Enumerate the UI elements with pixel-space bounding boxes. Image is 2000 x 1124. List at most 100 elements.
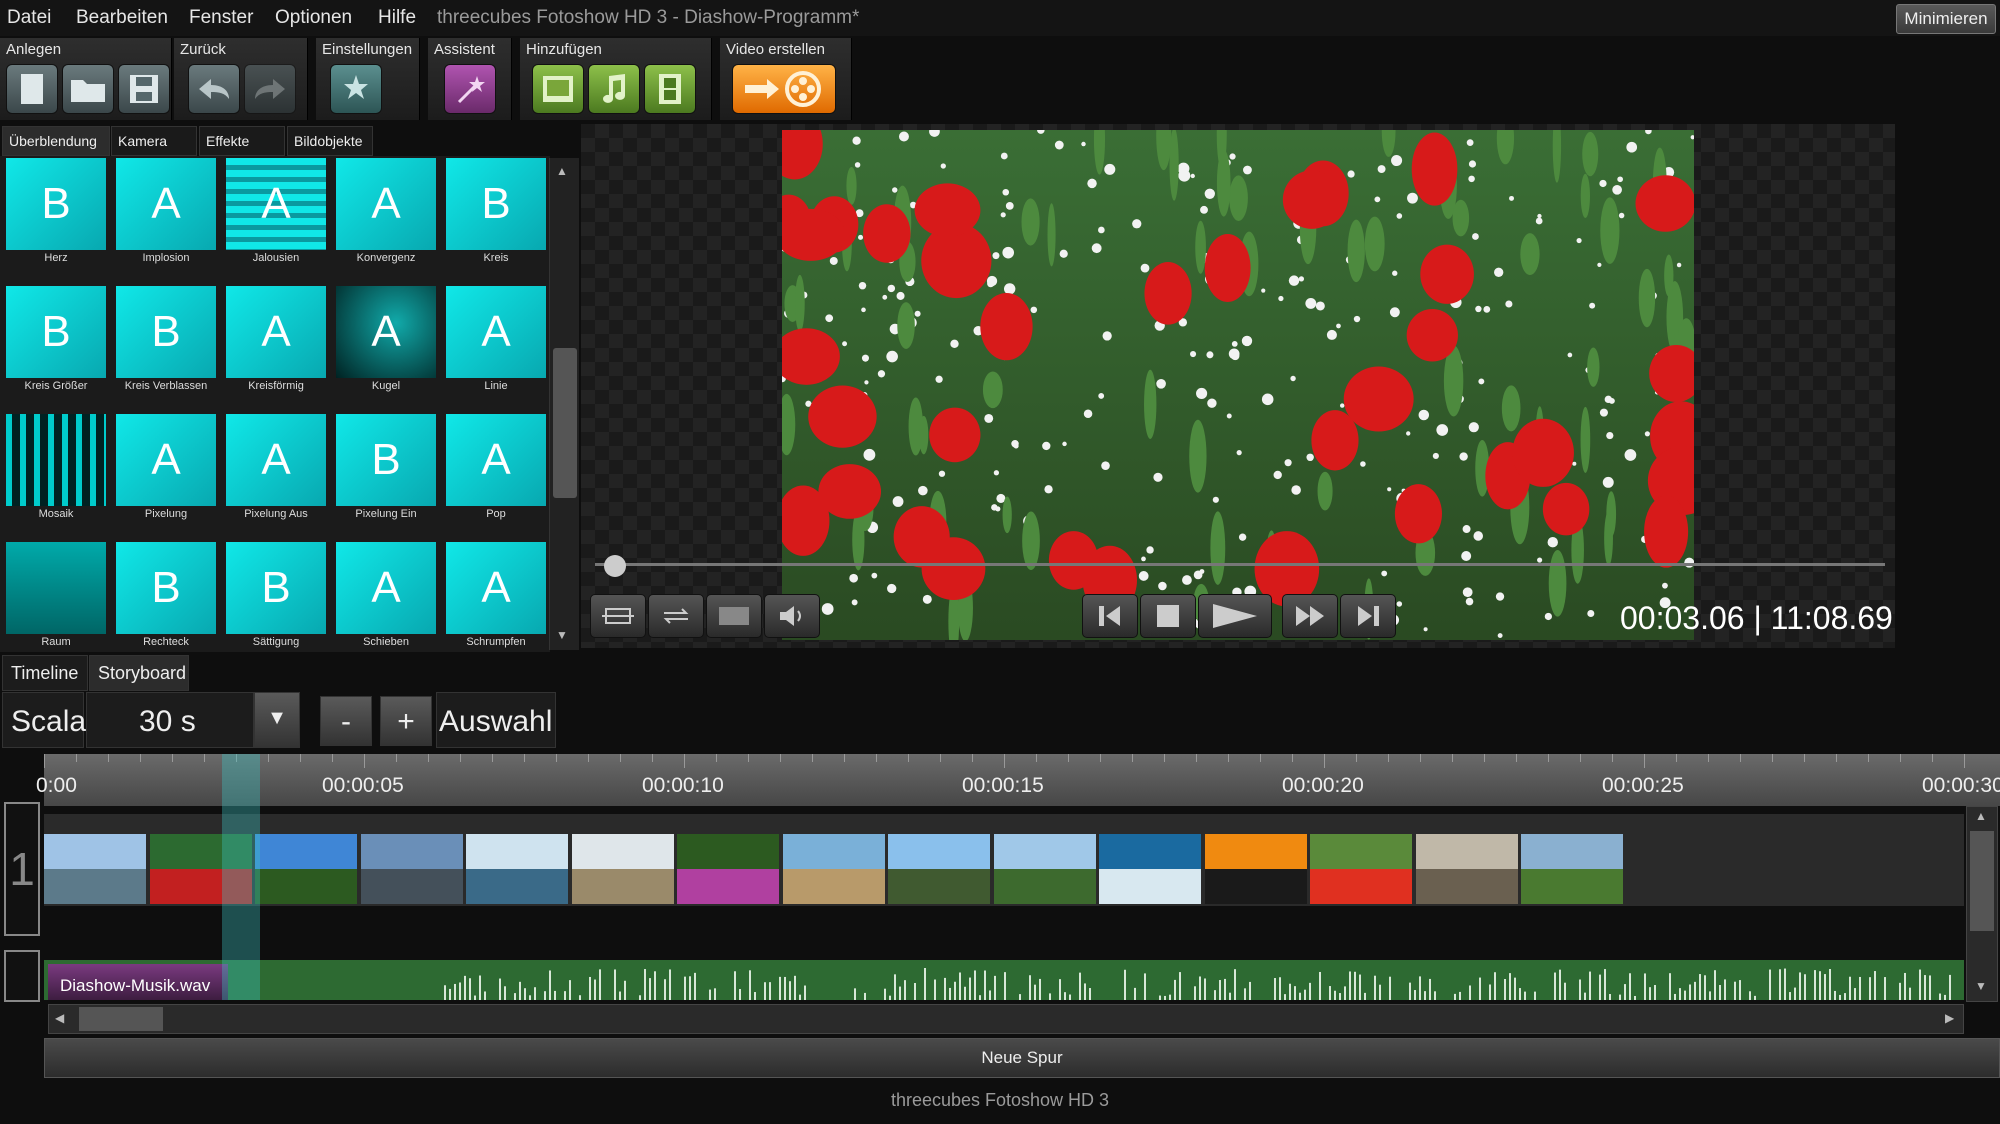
transition-tile[interactable]: B	[6, 286, 106, 378]
transition-tile[interactable]: A	[336, 286, 436, 378]
scroll-thumb[interactable]	[79, 1007, 163, 1031]
audio-track-header[interactable]	[4, 950, 40, 1002]
timeline-clip[interactable]	[1521, 834, 1623, 904]
waveform-bar	[639, 995, 641, 1000]
scale-value[interactable]: 30 s	[86, 692, 254, 748]
seek-bar[interactable]	[595, 563, 1885, 566]
fit-screen-button[interactable]	[590, 594, 646, 638]
timeline-clip[interactable]	[1099, 834, 1201, 904]
add-music-button[interactable]	[588, 64, 640, 114]
assistant-button[interactable]	[444, 64, 496, 114]
timeline-clip[interactable]	[44, 834, 146, 904]
tab-storyboard[interactable]: Storyboard	[89, 655, 189, 691]
transition-scrollbar[interactable]: ▲ ▼	[549, 158, 579, 650]
tab-bildobjekte[interactable]: Bildobjekte	[287, 126, 373, 156]
selection-button[interactable]: Auswahl	[436, 692, 556, 748]
timeline-clip[interactable]	[993, 834, 1096, 904]
white-flower	[1177, 162, 1190, 175]
timeline-clip[interactable]	[1204, 834, 1307, 904]
transition-tile[interactable]	[6, 542, 106, 634]
white-flower	[1381, 570, 1388, 577]
scroll-up-arrow-icon[interactable]: ▲	[1975, 809, 1987, 823]
save-project-button[interactable]	[118, 64, 170, 114]
fullscreen-button[interactable]	[706, 594, 762, 638]
transition-tile[interactable]: B	[446, 158, 546, 250]
redo-button[interactable]	[244, 64, 296, 114]
settings-button[interactable]	[330, 64, 382, 114]
scroll-down-arrow-icon[interactable]: ▼	[1975, 979, 1987, 993]
tab-effekte[interactable]: Effekte	[199, 126, 285, 156]
loop-button[interactable]	[648, 594, 704, 638]
menu-optionen[interactable]: Optionen	[275, 7, 352, 29]
timeline-clip[interactable]	[255, 834, 357, 904]
step-forward-button[interactable]	[1340, 594, 1396, 638]
playhead[interactable]	[222, 754, 260, 1000]
transition-tile[interactable]: B	[116, 542, 216, 634]
timeline-clip[interactable]	[466, 834, 568, 904]
transition-tile[interactable]: A	[446, 286, 546, 378]
volume-button[interactable]	[764, 594, 820, 638]
transition-tile[interactable]: B	[116, 286, 216, 378]
video-track[interactable]	[44, 814, 1964, 906]
audio-track[interactable]	[44, 960, 1964, 1000]
transition-tile[interactable]: B	[226, 542, 326, 634]
step-back-button[interactable]	[1082, 594, 1138, 638]
menu-bearbeiten[interactable]: Bearbeiten	[76, 7, 168, 29]
transition-tile[interactable]	[6, 414, 106, 506]
open-project-button[interactable]	[62, 64, 114, 114]
timeline-clip[interactable]	[1310, 834, 1412, 904]
timeline-horizontal-scrollbar[interactable]: ◀ ▶	[48, 1004, 1964, 1034]
timeline-clip[interactable]	[677, 834, 779, 904]
scroll-down-arrow-icon[interactable]: ▼	[556, 628, 568, 642]
transition-tile[interactable]: A	[226, 158, 326, 250]
transition-tile[interactable]: A	[336, 542, 436, 634]
transition-tile[interactable]: A	[336, 158, 436, 250]
redo-arrow-icon	[255, 79, 285, 99]
play-button[interactable]	[1198, 594, 1272, 638]
timeline-clip[interactable]	[782, 834, 885, 904]
transition-tile[interactable]: A	[116, 158, 216, 250]
timeline-clip[interactable]	[1415, 834, 1518, 904]
transition-tile[interactable]: A	[226, 414, 326, 506]
new-track-button[interactable]: Neue Spur	[44, 1038, 2000, 1078]
waveform-bar	[1349, 971, 1351, 1000]
fast-forward-button[interactable]	[1282, 594, 1338, 638]
scroll-thumb[interactable]	[553, 348, 577, 498]
audio-clip[interactable]: Diashow-Musik.wav	[48, 964, 228, 1000]
add-video-button[interactable]	[644, 64, 696, 114]
transition-tile[interactable]: B	[6, 158, 106, 250]
tab-ueberblendung[interactable]: Überblendung	[2, 126, 110, 156]
timeline-vertical-scrollbar[interactable]: ▲ ▼	[1966, 806, 1998, 1002]
transition-tile[interactable]: B	[336, 414, 436, 506]
transition-tile[interactable]: A	[446, 542, 546, 634]
transition-tile[interactable]: A	[226, 286, 326, 378]
white-flower	[1326, 329, 1337, 340]
menu-fenster[interactable]: Fenster	[189, 7, 253, 29]
zoom-out-button[interactable]: -	[320, 696, 372, 746]
menu-datei[interactable]: Datei	[7, 7, 51, 29]
tab-timeline[interactable]: Timeline	[2, 655, 88, 691]
timeline-clip[interactable]	[571, 834, 674, 904]
new-project-button[interactable]	[6, 64, 58, 114]
transition-tile[interactable]: A	[446, 414, 546, 506]
stop-button[interactable]	[1140, 594, 1196, 638]
timeline-ruler[interactable]: 0:00 00:00:05 00:00:10 00:00:15 00:00:20 00:0…	[36, 754, 2000, 806]
scroll-up-arrow-icon[interactable]: ▲	[556, 164, 568, 178]
scroll-left-arrow-icon[interactable]: ◀	[55, 1011, 64, 1025]
timeline-clip[interactable]	[360, 834, 463, 904]
create-video-button[interactable]	[732, 64, 836, 114]
timecode-display: 00:03.06 | 11:08.69	[1620, 600, 1893, 636]
menu-hilfe[interactable]: Hilfe	[378, 7, 416, 29]
track-number[interactable]: 1	[4, 802, 40, 936]
undo-button[interactable]	[188, 64, 240, 114]
zoom-in-button[interactable]: +	[380, 696, 432, 746]
white-flower	[1494, 267, 1504, 277]
transition-tile[interactable]: A	[116, 414, 216, 506]
scroll-thumb[interactable]	[1970, 831, 1994, 931]
tab-kamera[interactable]: Kamera	[111, 126, 197, 156]
minimize-button[interactable]: Minimieren	[1896, 4, 1996, 34]
timeline-clip[interactable]	[888, 834, 990, 904]
scale-dropdown-button[interactable]: ▼	[254, 692, 300, 748]
add-image-button[interactable]	[532, 64, 584, 114]
scroll-right-arrow-icon[interactable]: ▶	[1945, 1011, 1954, 1025]
